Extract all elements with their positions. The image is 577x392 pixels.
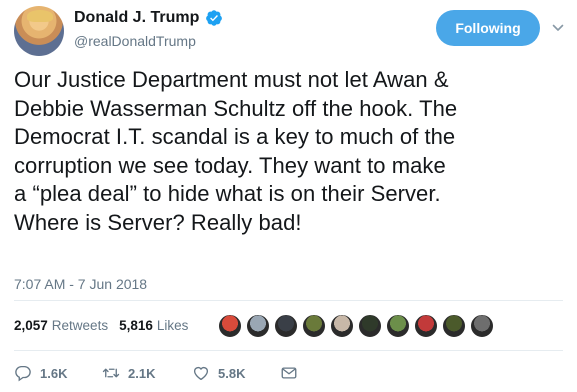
likes-label[interactable]: Likes (157, 318, 189, 333)
tweet-line: Our Justice Department must not let Awan… (14, 67, 449, 92)
envelope-icon (281, 367, 297, 379)
tweet-stats: 2,057 Retweets 5,816 Likes (14, 318, 188, 333)
tweet-line: a “plea deal” to hide what is on their S… (14, 181, 441, 207)
liker-avatar[interactable] (470, 314, 494, 338)
tweet-header: Donald J. Trump @realDonaldTrump Followi… (0, 0, 577, 60)
retweet-icon (102, 368, 120, 378)
tweet-line: Where is Server? Really bad! (14, 209, 302, 235)
tweet-text: Our Justice Department must not let Awan… (14, 66, 569, 238)
name-row: Donald J. Trump (74, 9, 223, 27)
liker-avatar[interactable] (330, 314, 354, 338)
liker-avatar[interactable] (302, 314, 326, 338)
tweet-line: Debbie Wasserman Schultz off the hook. T… (14, 95, 458, 121)
direct-message-button[interactable] (280, 364, 298, 382)
liker-avatar[interactable] (414, 314, 438, 338)
retweets-count[interactable]: 2,057 (14, 318, 48, 333)
reply-count: 1.6K (40, 365, 68, 381)
retweet-button[interactable]: 2.1K (102, 364, 192, 382)
liker-avatar[interactable] (218, 314, 242, 338)
liker-avatar[interactable] (274, 314, 298, 338)
divider (14, 300, 563, 301)
reply-button[interactable]: 1.6K (14, 364, 102, 382)
divider (14, 350, 563, 351)
likes-count[interactable]: 5,816 (119, 318, 153, 333)
reply-icon (15, 365, 31, 382)
liker-avatar[interactable] (442, 314, 466, 338)
tweet-timestamp[interactable]: 7:07 AM - 7 Jun 2018 (14, 276, 147, 292)
liker-avatars (218, 314, 498, 338)
liker-avatar[interactable] (246, 314, 270, 338)
following-button[interactable]: Following (436, 10, 540, 46)
chevron-down-icon[interactable] (552, 22, 564, 34)
like-count: 5.8K (218, 365, 246, 381)
verified-badge-icon (206, 10, 223, 26)
heart-icon (193, 366, 209, 381)
like-button[interactable]: 5.8K (192, 364, 280, 382)
retweet-count: 2.1K (128, 365, 156, 381)
retweets-label[interactable]: Retweets (52, 318, 108, 333)
tweet-line: corruption we see today. They want to ma… (14, 152, 446, 178)
tweet-actions: 1.6K 2.1K 5.8K (14, 364, 298, 382)
user-handle[interactable]: @realDonaldTrump (74, 33, 196, 49)
liker-avatar[interactable] (386, 314, 410, 338)
avatar[interactable] (14, 6, 64, 56)
tweet-line: Democrat I.T. scandal is a key to much o… (14, 124, 456, 150)
display-name[interactable]: Donald J. Trump (74, 9, 199, 27)
liker-avatar[interactable] (358, 314, 382, 338)
